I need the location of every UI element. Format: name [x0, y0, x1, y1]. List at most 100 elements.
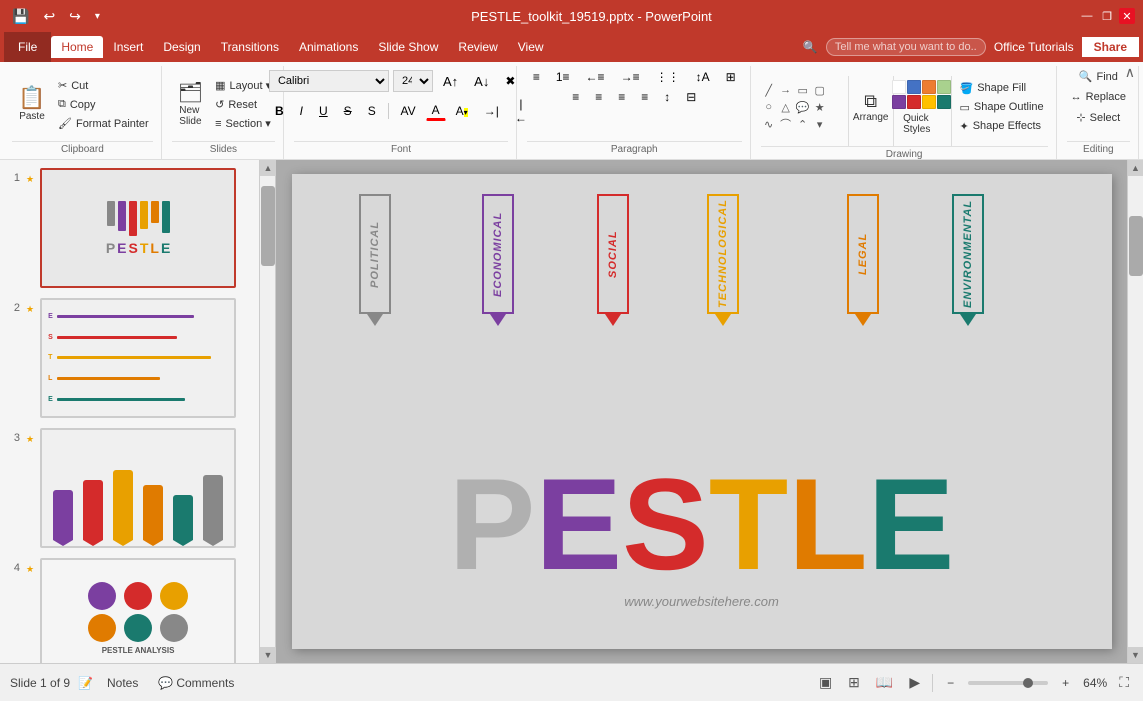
quick-styles-button[interactable]: Quick Styles	[897, 76, 947, 139]
review-tab[interactable]: Review	[448, 36, 507, 58]
close-button[interactable]: ✕	[1119, 8, 1135, 24]
slide-thumbnail-3[interactable]	[40, 428, 236, 548]
replace-button[interactable]: ↔ Replace	[1067, 89, 1130, 105]
cut-button[interactable]: ✂ Cut	[54, 77, 153, 94]
increase-list-button[interactable]: →≡	[615, 68, 646, 86]
customize-quick-access-icon[interactable]: ▾	[91, 9, 104, 24]
align-right-button[interactable]: ≡	[612, 88, 631, 106]
font-color-button[interactable]: A	[426, 101, 446, 121]
shape-fill-button[interactable]: 🪣 Shape Fill	[956, 80, 1048, 97]
shape-outline-button[interactable]: ▭ Shape Outline	[956, 99, 1048, 116]
reset-button[interactable]: ↺ Reset	[211, 96, 275, 113]
bullet-list-button[interactable]: ≡	[527, 68, 546, 86]
slide-thumbnail-1[interactable]: P E S T L E	[40, 168, 236, 288]
line-spacing-button[interactable]: ↕	[658, 88, 676, 106]
zoom-slider[interactable]	[968, 681, 1048, 685]
more-shapes[interactable]: ▾	[812, 116, 828, 132]
copy-button[interactable]: ⧉ Copy	[54, 96, 153, 113]
bubble-economical-box: ECONOMICAL	[482, 194, 514, 314]
oval-shape[interactable]: ○	[761, 99, 777, 115]
rounded-rect-shape[interactable]: ▢	[812, 82, 828, 98]
quick-access-toolbar: 💾 ↩ ↪ ▾	[8, 6, 104, 27]
justify-button[interactable]: ≡	[635, 88, 654, 106]
file-menu[interactable]: File	[4, 32, 51, 62]
decrease-list-button[interactable]: ←≡	[580, 68, 611, 86]
select-button[interactable]: ⊹ Select	[1072, 109, 1124, 126]
shape-effects-button[interactable]: ✦ Shape Effects	[956, 118, 1048, 135]
slide-thumb-4[interactable]: 4 ★ PESTLE ANALYSIS	[6, 558, 253, 663]
slide-thumbnail-2[interactable]: E S T L E	[40, 298, 236, 418]
main-area: 1 ★ P E	[0, 160, 1143, 663]
scroll-down-btn[interactable]: ▼	[260, 647, 276, 663]
paste-button[interactable]: 📋 Paste	[12, 83, 52, 126]
undo-icon[interactable]: ↩	[39, 6, 59, 27]
add-column-button[interactable]: ⋮⋮	[650, 68, 686, 86]
increase-indent-button[interactable]: →|	[478, 102, 505, 120]
new-slide-button[interactable]: 🗂 NewSlide	[172, 79, 209, 131]
office-tutorials-link[interactable]: Office Tutorials	[994, 40, 1074, 54]
curve-shape[interactable]: ∿	[761, 116, 777, 132]
slide-show-button[interactable]: ▶	[905, 672, 924, 693]
slide-thumb-2[interactable]: 2 ★ E S T L E	[6, 298, 253, 418]
callout-shape[interactable]: 💬	[795, 99, 811, 115]
arrow-shape[interactable]: →	[778, 82, 794, 98]
restore-button[interactable]: ❐	[1099, 8, 1115, 24]
text-direction-button[interactable]: ↕A	[690, 68, 716, 86]
columns-button[interactable]: ⊟	[680, 88, 702, 106]
bold-button[interactable]: B	[269, 102, 290, 120]
canvas-scroll-down[interactable]: ▼	[1128, 647, 1143, 663]
text-highlight-button[interactable]: A▾	[450, 102, 474, 120]
zoom-in-button[interactable]: +	[1056, 674, 1075, 692]
line-shape[interactable]: ╱	[761, 82, 777, 98]
decrease-font-button[interactable]: A↓	[468, 72, 495, 91]
section-button[interactable]: ≡ POLITICAL Section ▾	[211, 115, 275, 132]
connector-shape[interactable]: ⌒	[778, 116, 794, 132]
slide-thumb-3[interactable]: 3 ★	[6, 428, 253, 548]
char-spacing-button[interactable]: AV	[395, 102, 422, 120]
layout-button[interactable]: ▦ Layout ▾	[211, 77, 275, 94]
canvas-scroll-up[interactable]: ▲	[1128, 160, 1143, 176]
numbered-list-button[interactable]: 1≡	[550, 68, 576, 86]
reading-view-button[interactable]: 📖	[872, 672, 897, 693]
triangle-shape[interactable]: △	[778, 99, 794, 115]
scroll-up-btn[interactable]: ▲	[260, 160, 276, 176]
strikethrough-button[interactable]: S	[338, 102, 358, 120]
slide-sorter-button[interactable]: ⊞	[844, 672, 864, 693]
comments-button[interactable]: 💬 Comments	[152, 674, 240, 692]
tell-me-search[interactable]	[826, 38, 986, 56]
transitions-tab[interactable]: Transitions	[211, 36, 289, 58]
home-tab[interactable]: Home	[51, 36, 103, 58]
format-painter-button[interactable]: 🖌 Format Painter	[54, 115, 153, 132]
minimize-button[interactable]: —	[1079, 8, 1095, 24]
convert-to-smartart-button[interactable]: ⊞	[720, 68, 742, 86]
zoom-out-button[interactable]: −	[941, 674, 960, 692]
find-button[interactable]: 🔍 Find	[1075, 68, 1122, 85]
align-center-button[interactable]: ≡	[589, 88, 608, 106]
increase-font-button[interactable]: A↑	[437, 72, 464, 91]
slide-show-tab[interactable]: Slide Show	[368, 36, 448, 58]
redo-icon[interactable]: ↪	[65, 6, 85, 27]
ribbon-expand-button[interactable]: ∧	[1125, 64, 1135, 81]
view-tab[interactable]: View	[508, 36, 554, 58]
save-icon[interactable]: 💾	[8, 6, 33, 27]
animations-tab[interactable]: Animations	[289, 36, 368, 58]
rect-shape[interactable]: ▭	[795, 82, 811, 98]
slide-thumbnail-4[interactable]: PESTLE ANALYSIS	[40, 558, 236, 663]
notes-button[interactable]: Notes	[101, 674, 144, 692]
font-size-select[interactable]: 24	[393, 70, 433, 92]
design-tab[interactable]: Design	[153, 36, 210, 58]
slide-canvas[interactable]: POLITICAL ECONOMICAL SOCIAL TECHNOLOGICA…	[292, 174, 1112, 649]
insert-tab[interactable]: Insert	[103, 36, 153, 58]
arrange-button[interactable]: ⧉ Arrange	[853, 88, 889, 127]
align-left-button[interactable]: ≡	[566, 88, 585, 106]
italic-button[interactable]: I	[294, 102, 309, 120]
share-button[interactable]: Share	[1082, 37, 1139, 57]
slide-thumb-1[interactable]: 1 ★ P E	[6, 168, 253, 288]
shadow-button[interactable]: S	[362, 102, 382, 120]
freeform-shape[interactable]: ⌃	[795, 116, 811, 132]
font-name-select[interactable]: Calibri	[269, 70, 389, 92]
underline-button[interactable]: U	[313, 102, 334, 120]
star-shape[interactable]: ★	[812, 99, 828, 115]
fit-to-window-button[interactable]: ⛶	[1115, 672, 1133, 693]
normal-view-button[interactable]: ▣	[815, 672, 836, 693]
